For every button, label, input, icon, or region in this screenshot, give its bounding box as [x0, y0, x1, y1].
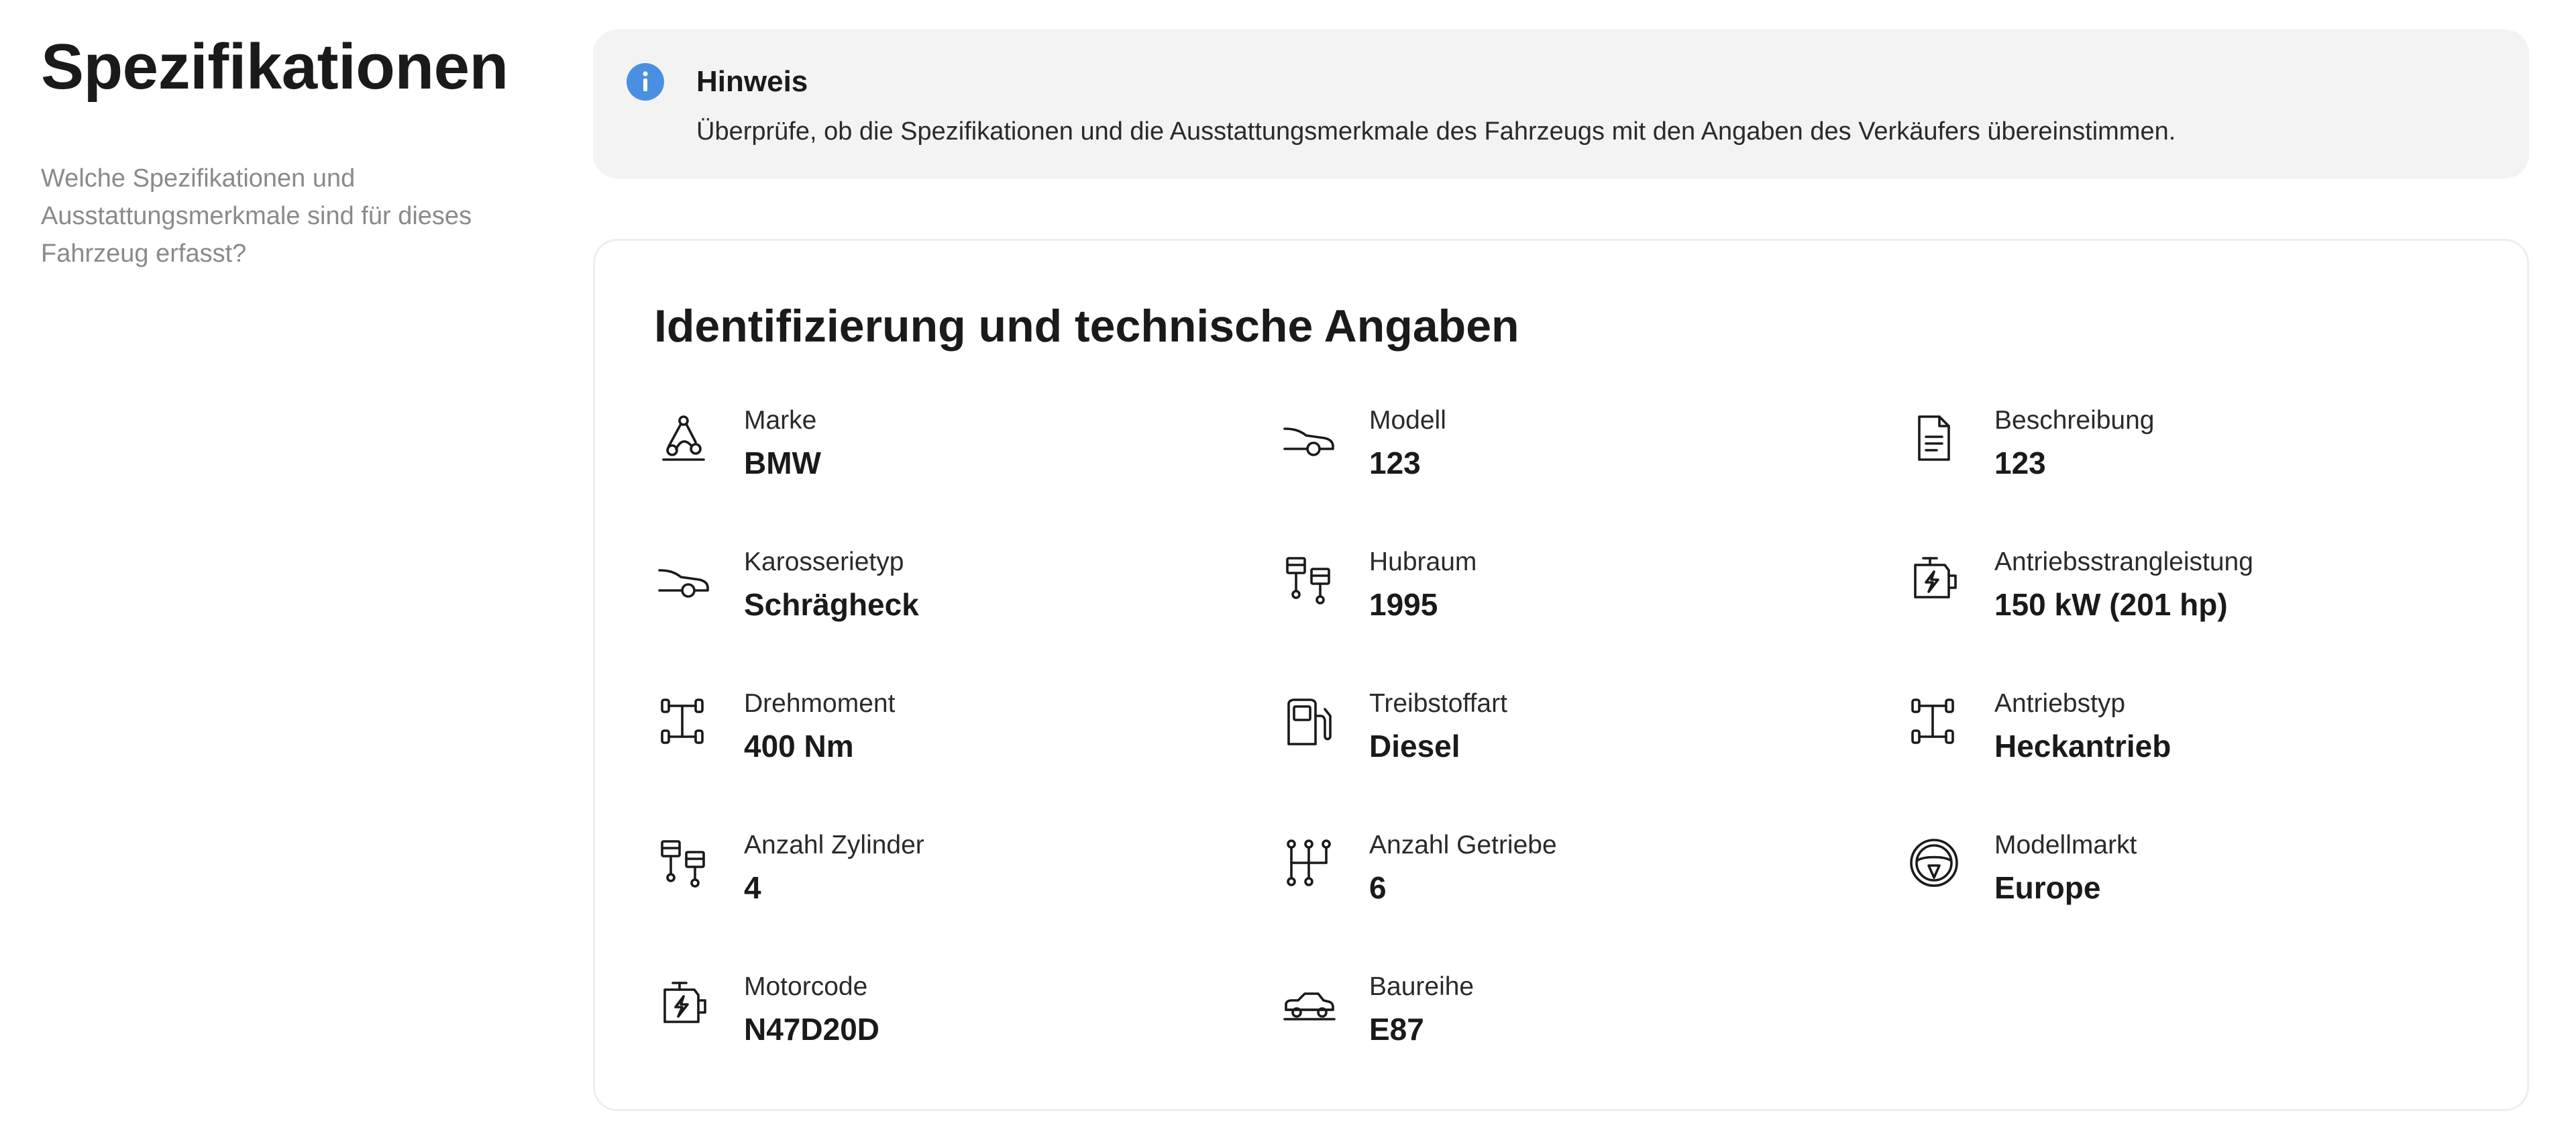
spec-item-anzahl-getriebe: Anzahl Getriebe 6 [1279, 829, 1904, 971]
notice-text: Überprüfe, ob die Spezifikationen und di… [696, 117, 2176, 146]
spec-value: 123 [1369, 446, 1421, 480]
sedan-icon [1279, 975, 1338, 1034]
spec-label: Motorcode [744, 972, 868, 1001]
spec-value: 1995 [1369, 587, 1438, 622]
spec-label: Marke [744, 406, 817, 435]
page-title: Spezifikationen [41, 31, 508, 103]
spec-item-beschreibung: Beschreibung 123 [1904, 405, 2479, 546]
spec-item-antriebstyp: Antriebstyp Heckantrieb [1904, 688, 2479, 829]
spec-label: Beschreibung [1994, 406, 2155, 435]
card-title: Identifizierung und technische Angaben [654, 301, 1519, 352]
page-subtitle: Welche Spezifikationen und Ausstattungsm… [41, 164, 472, 268]
spec-item-modell: Modell 123 [1279, 405, 1904, 546]
drivetrain-icon [1904, 692, 1964, 751]
drivetrain-icon [654, 692, 713, 751]
spec-value: 123 [1994, 446, 2046, 480]
spec-item-karosserietyp: Karosserietyp Schrägheck [654, 546, 1279, 688]
spec-label: Modell [1369, 406, 1446, 435]
spec-item-drehmoment: Drehmoment 400 Nm [654, 688, 1279, 829]
spec-label: Karosserietyp [744, 547, 904, 576]
spec-label: Anzahl Getriebe [1369, 831, 1557, 859]
spec-item-treibstoffart: Treibstoffart Diesel [1279, 688, 1904, 829]
spec-value: N47D20D [744, 1012, 879, 1047]
document-icon [1904, 409, 1964, 468]
spec-value: 4 [744, 870, 761, 905]
spec-item-antriebsstrangleistung: Antriebsstrangleistung 150 kW (201 hp) [1904, 546, 2479, 688]
notice-box: Hinweis Überprüfe, ob die Spezifikatione… [593, 30, 2529, 178]
engine-power-icon [654, 975, 713, 1034]
spec-item-baureihe: Baureihe E87 [1279, 971, 1904, 1112]
spec-label: Treibstoffart [1369, 689, 1507, 718]
spec-item-motorcode: Motorcode N47D20D [654, 971, 1279, 1112]
spec-label: Antriebstyp [1994, 689, 2126, 718]
spec-item-hubraum: Hubraum 1995 [1279, 546, 1904, 688]
info-icon [627, 63, 664, 101]
car-body-icon [654, 550, 713, 609]
spec-value: 400 Nm [744, 729, 854, 764]
car-side-icon [1279, 409, 1338, 468]
notice-title: Hinweis [696, 65, 808, 98]
pistons-icon [654, 833, 713, 892]
spec-item-modellmarkt: Modellmarkt Europe [1904, 829, 2479, 971]
spec-value: Diesel [1369, 729, 1460, 764]
spec-value: 6 [1369, 870, 1387, 905]
spec-label: Hubraum [1369, 547, 1477, 576]
engine-power-icon [1904, 550, 1964, 609]
spec-label: Drehmoment [744, 689, 896, 718]
spec-value: E87 [1369, 1012, 1424, 1047]
gear-shift-icon [1279, 833, 1338, 892]
spec-label: Baureihe [1369, 972, 1474, 1001]
section-intro: Spezifikationen Welche Spezifikationen u… [41, 27, 551, 272]
spec-label: Antriebsstrangleistung [1994, 547, 2253, 576]
steering-wheel-icon [1904, 833, 1964, 892]
pistons-icon [1279, 550, 1338, 609]
spec-grid: Marke BMW Modell 123 Beschreibung 123 Ka… [654, 405, 2479, 1112]
spec-value: Heckantrieb [1994, 729, 2171, 764]
spec-card: Identifizierung und technische Angaben M… [593, 239, 2529, 1111]
spec-label: Modellmarkt [1994, 831, 2137, 859]
spec-value: 150 kW (201 hp) [1994, 587, 2228, 622]
fuel-pump-icon [1279, 692, 1338, 751]
spec-value: BMW [744, 446, 821, 480]
spec-label: Anzahl Zylinder [744, 831, 924, 859]
spec-item-marke: Marke BMW [654, 405, 1279, 546]
spec-item-anzahl-zylinder: Anzahl Zylinder 4 [654, 829, 1279, 971]
brand-icon [654, 409, 713, 468]
spec-value: Schrägheck [744, 587, 919, 622]
spec-value: Europe [1994, 870, 2101, 905]
